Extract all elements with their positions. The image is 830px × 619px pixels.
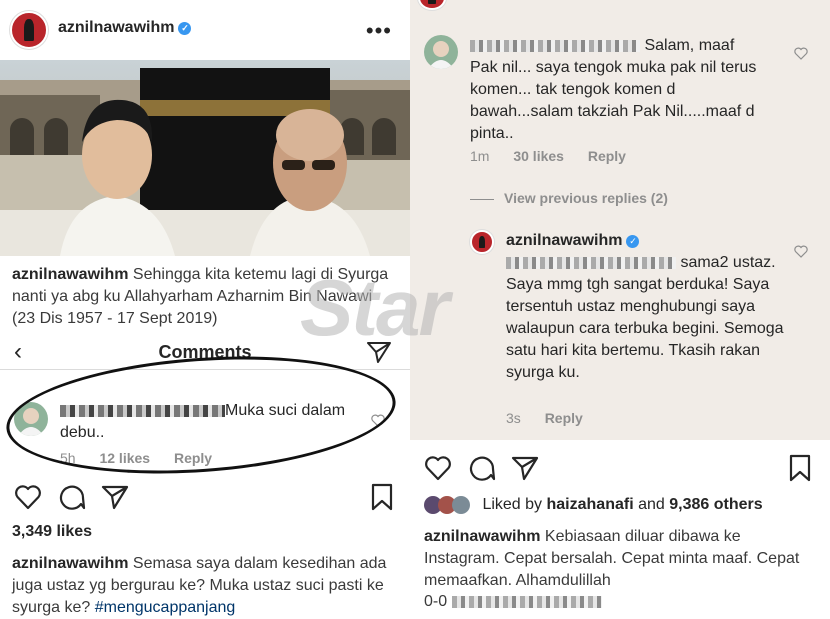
reply-like-heart-icon[interactable] (794, 245, 808, 258)
view-replies-row[interactable]: View previous replies (2) (470, 190, 668, 206)
comment-text: Salam, maaf Pak nil... saya tengok muka … (470, 37, 757, 142)
bookmark-icon[interactable] (368, 483, 396, 511)
like-heart-icon[interactable] (14, 483, 42, 511)
comment-likes[interactable]: 30 likes (513, 148, 564, 164)
replies-divider (470, 198, 494, 200)
liked-by-label: Liked by (482, 496, 543, 514)
comment-bubble-icon[interactable] (58, 483, 86, 511)
commenter-avatar[interactable] (424, 35, 458, 69)
post-caption: aznilnawawihm Semasa saya dalam kesediha… (12, 553, 398, 619)
share-icon[interactable] (366, 340, 392, 364)
left-screenshot: aznilnawawihm ✓ ••• aznilnawawihm Sehing… (0, 0, 410, 619)
liker-avatar[interactable] (452, 496, 470, 514)
share-send-icon[interactable] (511, 454, 539, 482)
comment-like-heart-icon[interactable] (794, 47, 808, 60)
avatar[interactable] (10, 11, 48, 49)
reply-avatar[interactable] (470, 230, 494, 254)
comment-reply-button[interactable]: Reply (588, 148, 626, 164)
post-caption-username[interactable]: aznilnawawihm (12, 555, 128, 572)
blurred-username (470, 39, 640, 52)
verified-icon: ✓ (626, 235, 640, 248)
reply-reply-button[interactable]: Reply (545, 410, 583, 426)
username[interactable]: aznilnawawihm (58, 19, 174, 36)
blurred-mention (506, 256, 676, 269)
footer-prefix: 0-0 (424, 593, 448, 610)
post-caption: aznilnawawihm Kebiasaan diluar dibawa ke… (424, 526, 820, 592)
post-actions (0, 483, 410, 513)
share-send-icon[interactable] (101, 483, 129, 511)
liked-by-others[interactable]: 9,386 others (669, 496, 762, 513)
verified-icon: ✓ (178, 22, 192, 35)
comment-bubble-icon[interactable] (468, 454, 496, 482)
bookmark-icon[interactable] (786, 454, 814, 482)
commenter-avatar-image (428, 41, 454, 69)
footer-line: 0-0 (424, 593, 602, 611)
reply-text: sama2 ustaz. Saya mmg tgh sangat berduka… (506, 254, 784, 381)
post-actions (410, 454, 830, 484)
likes-count[interactable]: 3,349 likes (12, 523, 92, 541)
blurred-mention (451, 595, 602, 608)
post-header: aznilnawawihm ✓ ••• (0, 0, 410, 60)
caption-username[interactable]: aznilnawawihm (12, 266, 128, 283)
liked-by-and: and (638, 496, 665, 514)
photo-caption: aznilnawawihm Sehingga kita ketemu lagi … (12, 264, 398, 330)
top-avatar[interactable] (418, 0, 446, 10)
post-photo (0, 60, 410, 256)
comments-area: Salam, maaf Pak nil... saya tengok muka … (410, 0, 830, 440)
reply-time: 3s (506, 410, 521, 426)
like-heart-icon[interactable] (424, 454, 452, 482)
reply-body: aznilnawawihm ✓ sama2 ustaz. Saya mmg tgh… (506, 230, 788, 384)
comment-meta: 1m 30 likes Reply (470, 148, 646, 164)
comment-time: 1m (470, 148, 490, 164)
mecca-photo (0, 60, 410, 256)
liked-by-user[interactable]: haizahanafi (547, 496, 634, 513)
reply-username[interactable]: aznilnawawihm (506, 232, 622, 249)
hashtag-link[interactable]: #mengucappanjang (95, 599, 236, 616)
username-link[interactable]: aznilnawawihm ✓ (58, 19, 192, 37)
more-options-icon[interactable]: ••• (366, 18, 392, 44)
view-replies-link[interactable]: View previous replies (2) (504, 190, 668, 206)
comment-body: Salam, maaf Pak nil... saya tengok muka … (470, 35, 765, 145)
right-screenshot: Salam, maaf Pak nil... saya tengok muka … (410, 0, 830, 619)
reply-meta: 3s Reply (506, 410, 603, 426)
liked-by-row: Liked by haizahanafi and 9,386 others (424, 496, 824, 518)
post-caption-username[interactable]: aznilnawawihm (424, 528, 540, 545)
